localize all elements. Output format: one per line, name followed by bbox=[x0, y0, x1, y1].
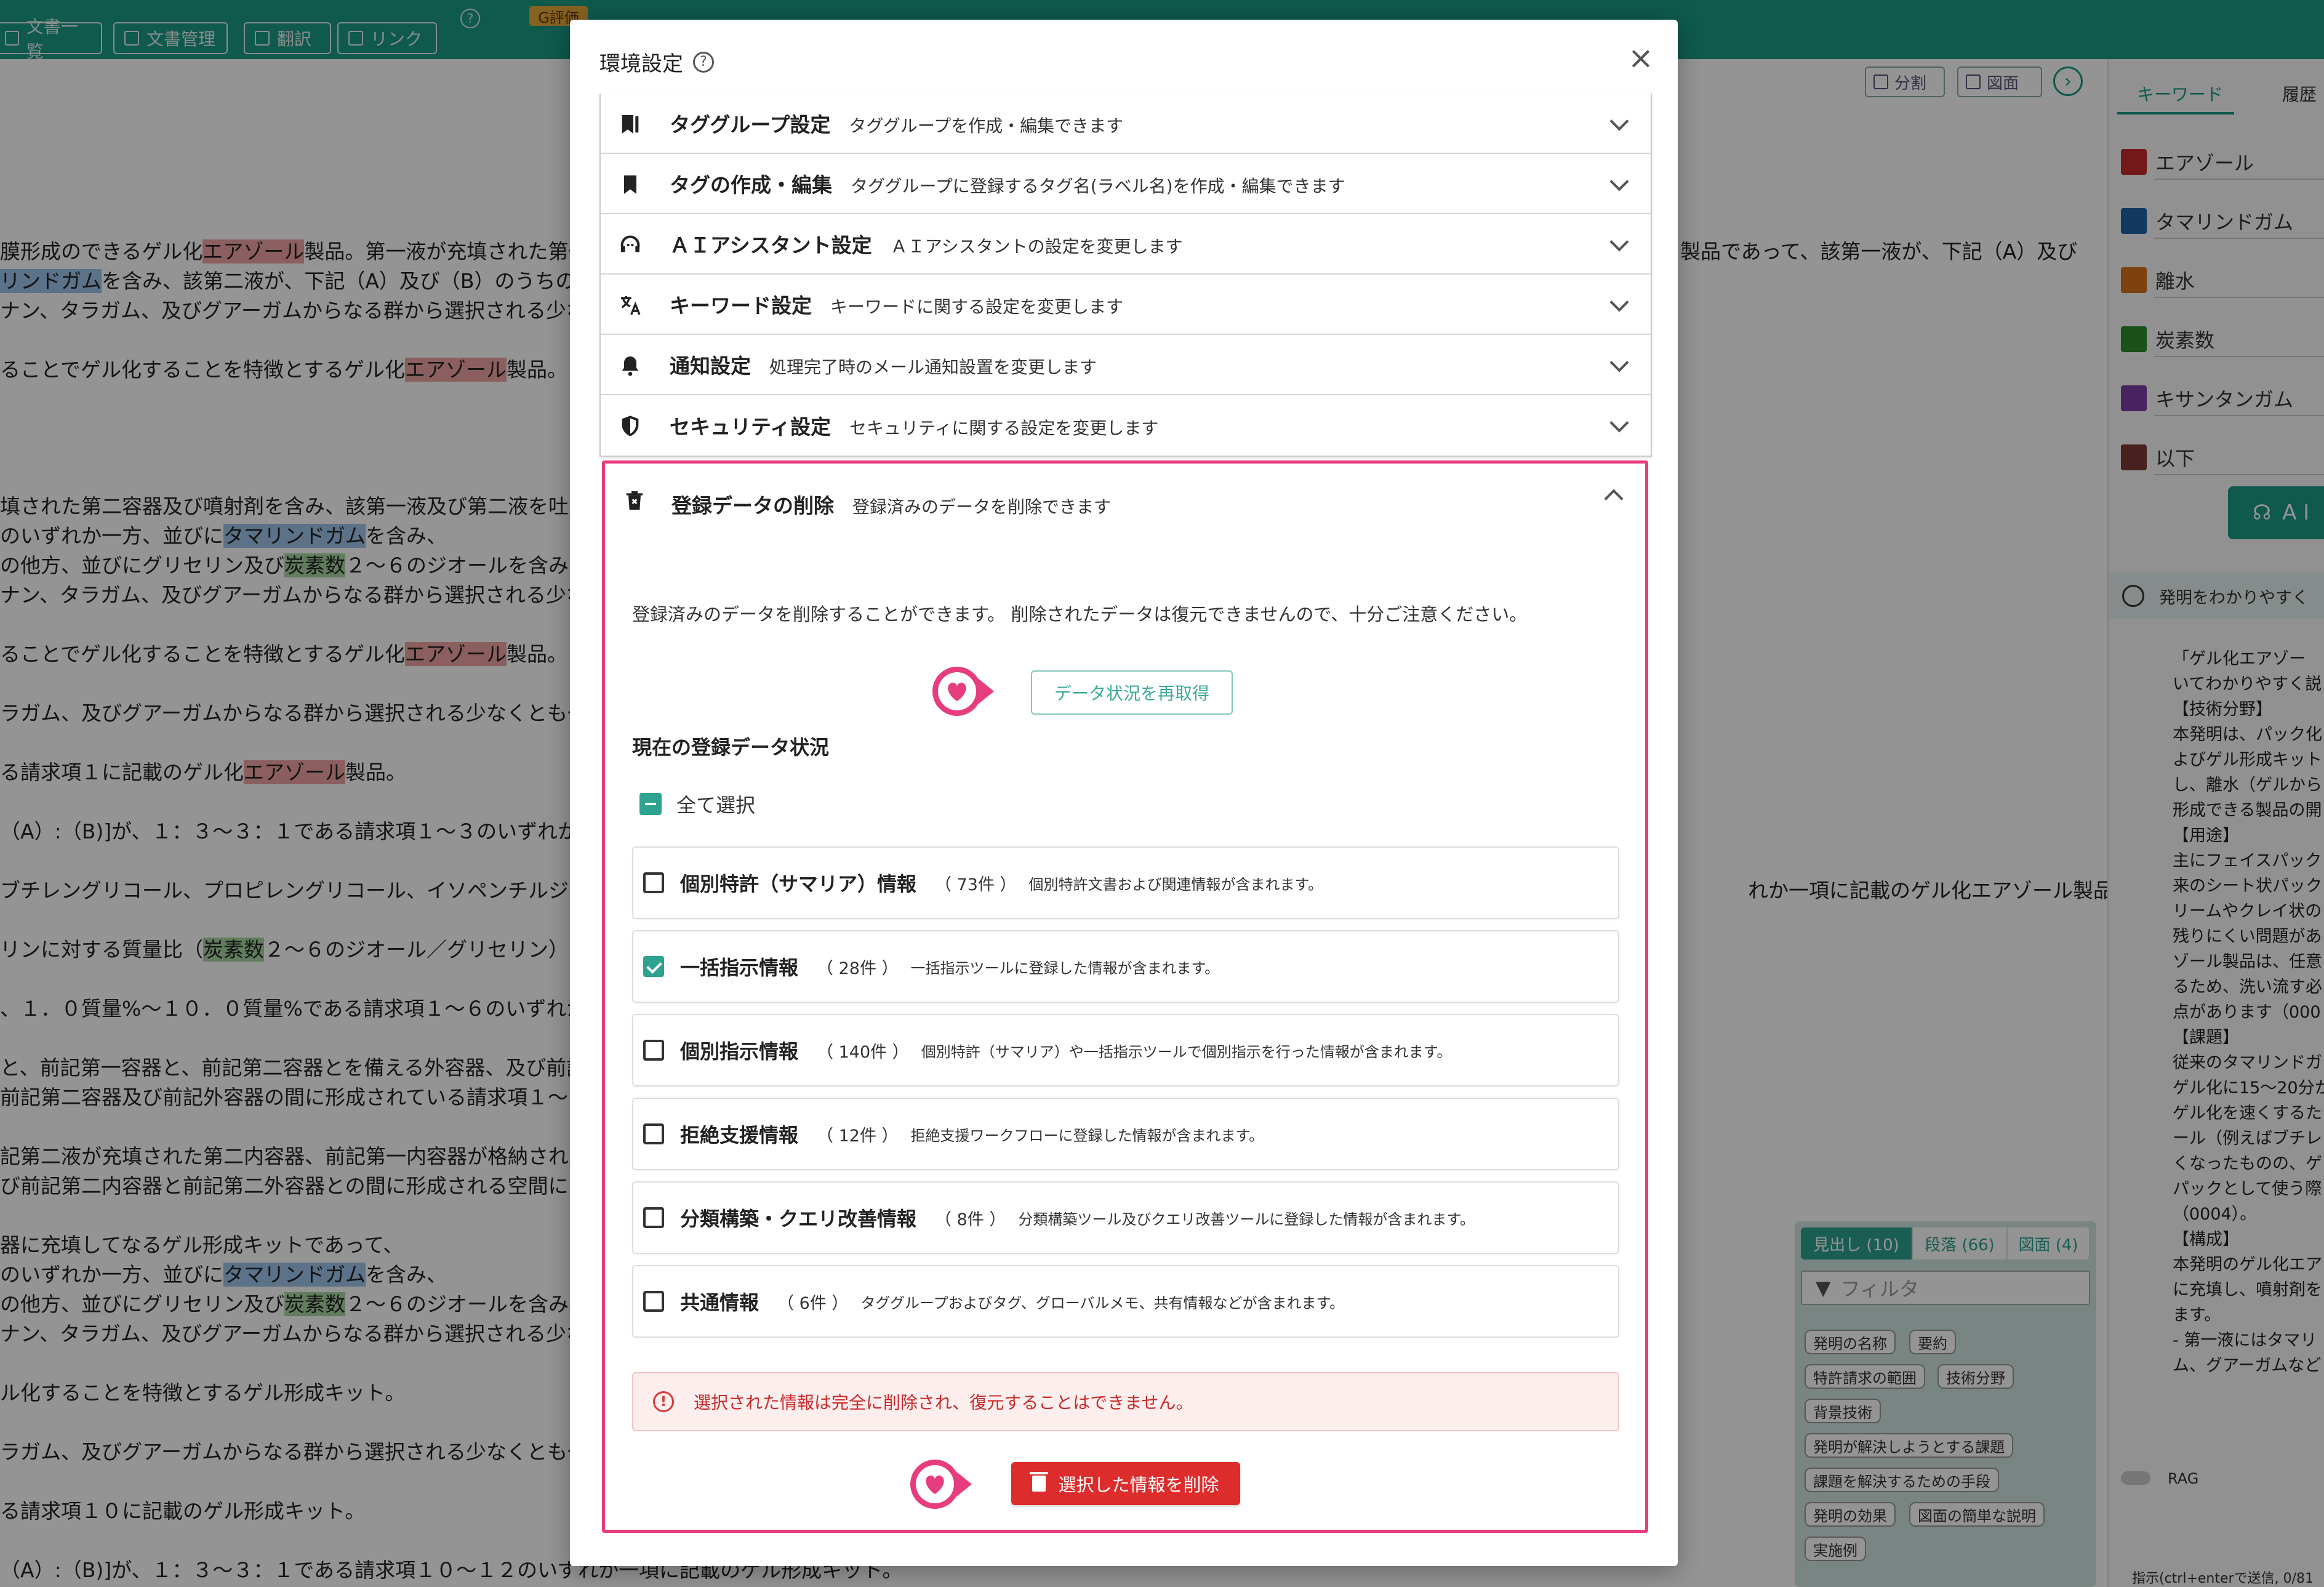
data-category-checkbox[interactable] bbox=[643, 956, 664, 977]
data-category-name: 拒絶支援情報 bbox=[680, 1123, 799, 1147]
settings-accordion: タググループ設定 タググループを作成・編集できます タグの作成・編集 タググループに… bbox=[599, 94, 1652, 457]
data-category-name: 個別指示情報 bbox=[680, 1040, 799, 1063]
heart-marker-icon bbox=[910, 1460, 972, 1509]
status-title: 現在の登録データ状況 bbox=[632, 736, 830, 759]
heart-marker-icon bbox=[932, 667, 994, 716]
data-category-checkbox[interactable] bbox=[643, 872, 664, 893]
data-category-count: （ 73件 ） bbox=[935, 875, 1017, 894]
delete-note: 登録済みのデータを削除することができます。 削除されたデータは復元できませんので… bbox=[632, 604, 1528, 625]
data-category-row[interactable]: 分類構築・クエリ改善情報 （ 8件 ） 分類構築ツール及びクエリ改善ツールに登録した… bbox=[632, 1181, 1619, 1254]
refresh-status-button[interactable]: データ状況を再取得 bbox=[1031, 670, 1233, 715]
accordion-notification[interactable]: 通知設定 処理完了時のメール通知設置を変更します bbox=[601, 335, 1651, 395]
delete-warning: ! 選択された情報は完全に削除され、復元することはできません。 bbox=[632, 1372, 1619, 1431]
chevron-down-icon bbox=[1609, 232, 1629, 252]
data-category-desc: 一括指示ツールに登録した情報が含まれます。 bbox=[910, 959, 1220, 977]
accordion-ai-assistant[interactable]: ＡＩアシスタント設定 ＡＩアシスタントの設定を変更します bbox=[601, 214, 1651, 275]
delete-section-header[interactable]: 登録データの削除 登録済みのデータを削除できます bbox=[605, 464, 1645, 537]
delete-forever-icon bbox=[626, 491, 643, 510]
translate-icon bbox=[621, 296, 641, 315]
data-category-checkbox[interactable] bbox=[643, 1207, 664, 1228]
data-category-count: （ 8件 ） bbox=[935, 1210, 1006, 1229]
data-category-row[interactable]: 個別指示情報 （ 140件 ） 個別特許（サマリア）や一括指示ツールで個別指示を行っ… bbox=[632, 1014, 1619, 1087]
data-category-desc: タググループおよびタグ、グローバルメモ、共有情報などが含まれます。 bbox=[860, 1294, 1345, 1312]
bookmark-icon bbox=[624, 175, 636, 194]
select-all-checkbox[interactable]: 全て選択 bbox=[639, 790, 755, 818]
data-category-row[interactable]: 個別特許（サマリア）情報 （ 73件 ） 個別特許文書および関連情報が含まれます。 bbox=[632, 846, 1619, 919]
indeterminate-checkbox-icon[interactable] bbox=[639, 793, 662, 815]
bell-icon bbox=[622, 356, 639, 376]
chevron-down-icon bbox=[1609, 413, 1629, 433]
shield-icon bbox=[622, 416, 639, 436]
data-category-desc: 分類構築ツール及びクエリ改善ツールに登録した情報が含まれます。 bbox=[1018, 1210, 1475, 1228]
data-category-row[interactable]: 一括指示情報 （ 28件 ） 一括指示ツールに登録した情報が含まれます。 bbox=[632, 930, 1619, 1003]
data-category-count: （ 140件 ） bbox=[817, 1042, 909, 1062]
settings-modal: 環境設定 ? × タググループ設定 タググループを作成・編集できます タグの作成・… bbox=[570, 20, 1678, 1566]
accordion-tag-group[interactable]: タググループ設定 タググループを作成・編集できます bbox=[601, 94, 1651, 154]
chevron-down-icon bbox=[1609, 111, 1629, 131]
modal-title: 環境設定 ? bbox=[599, 47, 714, 77]
data-category-name: 共通情報 bbox=[680, 1291, 759, 1314]
data-category-desc: 個別特許文書および関連情報が含まれます。 bbox=[1028, 875, 1323, 893]
data-category-count: （ 28件 ） bbox=[817, 958, 899, 978]
data-category-desc: 拒絶支援ワークフローに登録した情報が含まれます。 bbox=[910, 1127, 1264, 1144]
chevron-down-icon bbox=[1609, 292, 1629, 312]
accordion-tag-edit[interactable]: タグの作成・編集 タググループに登録するタグ名(ラベル名)を作成・編集できます bbox=[601, 154, 1651, 214]
delete-selected-button[interactable]: 選択した情報を削除 bbox=[1011, 1462, 1240, 1505]
close-icon[interactable]: × bbox=[1624, 40, 1658, 76]
help-icon[interactable]: ? bbox=[693, 51, 714, 73]
trash-icon bbox=[1030, 1472, 1049, 1492]
data-category-checkbox[interactable] bbox=[643, 1291, 664, 1312]
accordion-security[interactable]: セキュリティ設定 セキュリティに関する設定を変更します bbox=[601, 395, 1651, 456]
headset-icon bbox=[620, 235, 640, 252]
data-category-checkbox[interactable] bbox=[643, 1123, 664, 1144]
data-category-count: （ 12件 ） bbox=[817, 1126, 899, 1146]
data-category-name: 分類構築・クエリ改善情報 bbox=[680, 1207, 917, 1231]
chevron-up-icon bbox=[1604, 489, 1624, 508]
delete-data-section: 登録データの削除 登録済みのデータを削除できます 登録済みのデータを削除することが… bbox=[602, 460, 1648, 1533]
data-category-checkbox[interactable] bbox=[643, 1040, 664, 1061]
data-category-row[interactable]: 拒絶支援情報 （ 12件 ） 拒絶支援ワークフローに登録した情報が含まれます。 bbox=[632, 1098, 1619, 1170]
data-category-name: 個別特許（サマリア）情報 bbox=[680, 872, 917, 896]
chevron-down-icon bbox=[1609, 353, 1629, 372]
data-category-row[interactable]: 共通情報 （ 6件 ） タググループおよびタグ、グローバルメモ、共有情報などが含まれ… bbox=[632, 1265, 1619, 1338]
accordion-keyword[interactable]: キーワード設定 キーワードに関する設定を変更します bbox=[601, 275, 1651, 335]
data-category-count: （ 6件 ） bbox=[777, 1293, 849, 1313]
data-category-desc: 個別特許（サマリア）や一括指示ツールで個別指示を行った情報が含まれます。 bbox=[921, 1043, 1452, 1061]
alert-icon: ! bbox=[653, 1391, 674, 1412]
bookmarks-icon bbox=[622, 115, 639, 134]
data-category-name: 一括指示情報 bbox=[680, 956, 799, 979]
chevron-down-icon bbox=[1609, 172, 1629, 191]
